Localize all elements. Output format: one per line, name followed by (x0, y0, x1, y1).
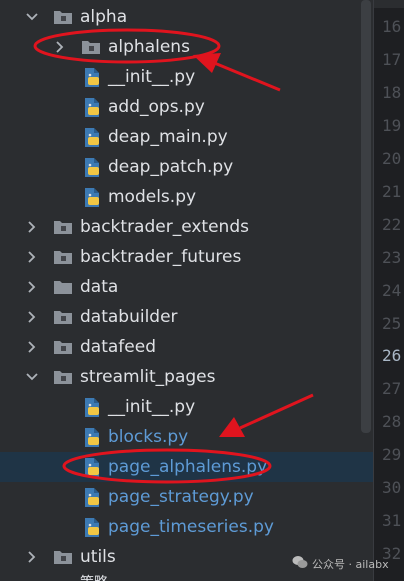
tree-item-partial-label: 策略 (80, 572, 108, 581)
project-tree: alpha alphalens __init__.py add_ops.py d… (0, 0, 373, 581)
tree-item-label: page_timeseries.py (108, 517, 274, 537)
line-number: 18 (382, 83, 402, 102)
chevron-down-icon[interactable] (25, 370, 39, 384)
editor-line-gutter: 16 17 18 19 20 21 22 23 24 25 26 27 28 2… (373, 0, 404, 581)
line-number: 23 (382, 248, 402, 267)
tree-item-label: blocks.py (108, 427, 189, 447)
line-number: 16 (382, 17, 402, 36)
tree-item-label: backtrader_futures (80, 247, 242, 267)
python-file-icon (85, 68, 99, 87)
tree-item-label: streamlit_pages (80, 367, 216, 387)
tree-item-label: datafeed (80, 337, 156, 357)
line-number: 29 (382, 445, 402, 464)
folder-icon (54, 371, 72, 384)
watermark-text: 公众号 · ailabx (312, 558, 389, 571)
python-file-icon (85, 518, 99, 537)
tree-item-file[interactable]: page_strategy.py (0, 482, 373, 512)
tree-item-label: deap_main.py (108, 127, 228, 147)
tree-item-alphalens[interactable]: alphalens (0, 32, 373, 62)
tree-item-label: utils (80, 547, 116, 567)
line-number: 27 (382, 379, 402, 398)
chevron-right-icon[interactable] (53, 40, 67, 54)
python-file-icon (85, 188, 99, 207)
tree-item-file[interactable]: deap_patch.py (0, 152, 373, 182)
tree-item-folder[interactable]: backtrader_extends (0, 212, 373, 242)
folder-icon (54, 551, 72, 564)
line-number: 30 (382, 478, 402, 497)
line-number: 20 (382, 149, 402, 168)
chevron-right-icon[interactable] (25, 280, 39, 294)
tree-item-folder[interactable]: datafeed (0, 332, 373, 362)
tree-item-label: __init__.py (108, 67, 196, 87)
chevron-right-icon[interactable] (25, 340, 39, 354)
line-number: 21 (382, 182, 402, 201)
line-number: 19 (382, 116, 402, 135)
tree-item-label: alpha (80, 7, 128, 27)
tree-item-page-alphalens[interactable]: page_alphalens.py (0, 452, 373, 482)
tree-item-label: data (80, 277, 119, 297)
tree-item-streamlit-pages[interactable]: streamlit_pages (0, 362, 373, 392)
chevron-right-icon[interactable] (25, 550, 39, 564)
chevron-right-icon[interactable] (25, 250, 39, 264)
tree-item-file[interactable]: __init__.py (0, 62, 373, 92)
tree-item-label: page_strategy.py (108, 487, 254, 507)
tree-item-label: models.py (108, 187, 197, 207)
python-file-icon (85, 158, 99, 177)
tree-item-label: add_ops.py (108, 97, 205, 117)
line-number: 25 (382, 314, 402, 333)
tree-item-label: backtrader_extends (80, 217, 249, 237)
tree-item-folder[interactable]: data (0, 272, 373, 302)
tree-item-folder[interactable]: backtrader_futures (0, 242, 373, 272)
line-number: 24 (382, 281, 402, 300)
line-number: 31 (382, 511, 402, 530)
folder-icon (54, 311, 72, 324)
wechat-icon (292, 556, 308, 568)
tree-item-label: alphalens (108, 37, 190, 57)
line-number: 28 (382, 412, 402, 431)
chevron-down-icon[interactable] (25, 10, 39, 24)
tree-item-file[interactable]: blocks.py (0, 422, 373, 452)
tree-item-file[interactable]: page_timeseries.py (0, 512, 373, 542)
tree-item-file[interactable]: add_ops.py (0, 92, 373, 122)
tree-item-file[interactable]: __init__.py (0, 392, 373, 422)
python-file-icon (85, 398, 99, 417)
python-file-icon (85, 458, 99, 477)
folder-icon (54, 341, 72, 354)
chevron-right-icon[interactable] (25, 310, 39, 324)
folder-icon (54, 11, 72, 24)
tree-scrollbar[interactable] (361, 0, 371, 433)
python-file-icon (85, 428, 99, 447)
folder-icon (82, 41, 100, 54)
python-file-icon (85, 98, 99, 117)
python-file-icon (85, 128, 99, 147)
editor-tab-strip (374, 0, 404, 8)
chevron-right-icon[interactable] (25, 220, 39, 234)
tree-item-file[interactable]: deap_main.py (0, 122, 373, 152)
tree-item-label: page_alphalens.py (108, 457, 268, 477)
line-number: 22 (382, 215, 402, 234)
line-number: 17 (382, 50, 402, 69)
tree-item-label: __init__.py (108, 397, 196, 417)
tree-item-label: databuilder (80, 307, 178, 327)
tree-item-alpha[interactable]: alpha (0, 2, 373, 32)
folder-icon (54, 281, 72, 294)
python-file-icon (85, 488, 99, 507)
tree-item-file[interactable]: models.py (0, 182, 373, 212)
folder-icon (54, 251, 72, 264)
tree-item-folder[interactable]: databuilder (0, 302, 373, 332)
folder-icon (54, 221, 72, 234)
line-number-active: 26 (382, 346, 402, 365)
tree-item-label: deap_patch.py (108, 157, 234, 177)
